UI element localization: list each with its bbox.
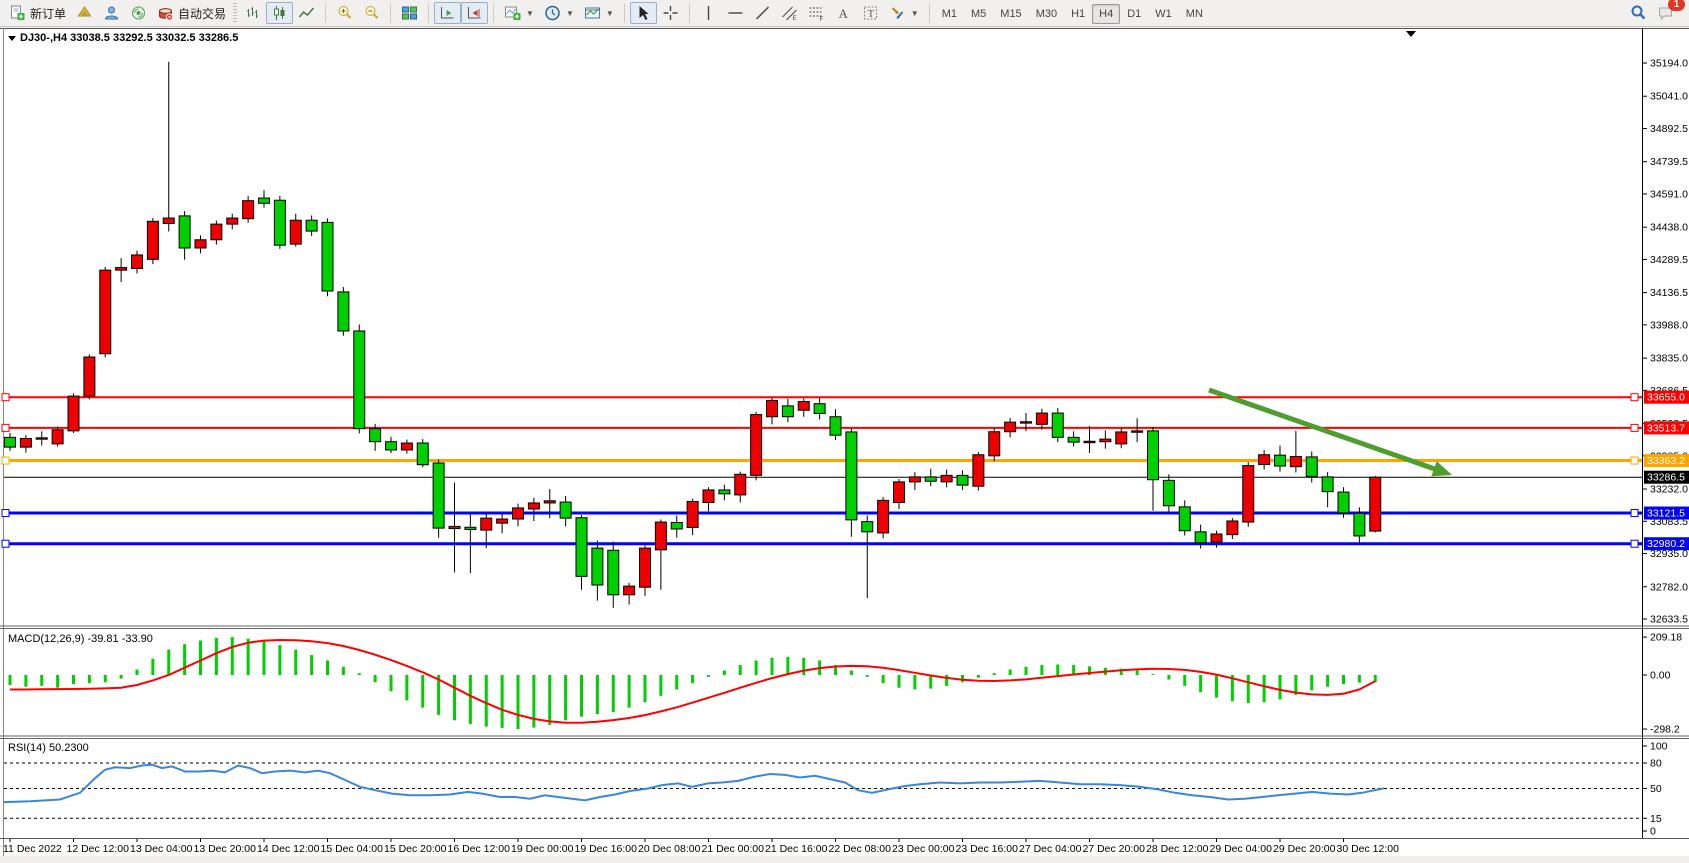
svg-text:33363.2: 33363.2 xyxy=(1647,455,1685,467)
svg-text:21 Dec 00:00: 21 Dec 00:00 xyxy=(702,843,765,855)
chart-canvas[interactable]: 35194.0 35041.0 34892.5 34739.5 34591.0 34438… xyxy=(0,0,1689,863)
svg-text:27 Dec 04:00: 27 Dec 04:00 xyxy=(1019,843,1082,855)
svg-text:21 Dec 16:00: 21 Dec 16:00 xyxy=(765,843,828,855)
svg-text:16 Dec 12:00: 16 Dec 12:00 xyxy=(448,843,511,855)
svg-text:34591.0: 34591.0 xyxy=(1650,188,1688,200)
svg-text:23 Dec 16:00: 23 Dec 16:00 xyxy=(956,843,1019,855)
svg-text:15 Dec 04:00: 15 Dec 04:00 xyxy=(321,843,384,855)
svg-text:19 Dec 00:00: 19 Dec 00:00 xyxy=(511,843,574,855)
svg-text:33835.0: 33835.0 xyxy=(1650,353,1688,365)
svg-text:0: 0 xyxy=(1650,826,1656,838)
svg-text:12 Dec 12:00: 12 Dec 12:00 xyxy=(67,843,130,855)
svg-text:20 Dec 08:00: 20 Dec 08:00 xyxy=(638,843,701,855)
svg-text:32782.0: 32782.0 xyxy=(1650,581,1688,593)
svg-text:28 Dec 12:00: 28 Dec 12:00 xyxy=(1146,843,1209,855)
svg-text:34892.5: 34892.5 xyxy=(1650,123,1688,135)
svg-text:33286.5: 33286.5 xyxy=(1647,472,1685,484)
svg-text:29 Dec 20:00: 29 Dec 20:00 xyxy=(1273,843,1336,855)
svg-text:-298.2: -298.2 xyxy=(1650,724,1680,736)
svg-text:80: 80 xyxy=(1650,758,1662,770)
svg-text:27 Dec 20:00: 27 Dec 20:00 xyxy=(1083,843,1146,855)
svg-text:34136.5: 34136.5 xyxy=(1650,287,1688,299)
svg-text:32980.2: 32980.2 xyxy=(1647,538,1685,550)
svg-text:0.00: 0.00 xyxy=(1650,670,1671,682)
svg-text:33988.0: 33988.0 xyxy=(1650,319,1688,331)
svg-text:22 Dec 08:00: 22 Dec 08:00 xyxy=(829,843,892,855)
svg-text:13 Dec 04:00: 13 Dec 04:00 xyxy=(130,843,193,855)
svg-text:13 Dec 20:00: 13 Dec 20:00 xyxy=(194,843,257,855)
svg-text:35041.0: 35041.0 xyxy=(1650,91,1688,103)
svg-text:30 Dec 12:00: 30 Dec 12:00 xyxy=(1337,843,1400,855)
svg-text:33232.0: 33232.0 xyxy=(1650,484,1688,496)
svg-text:33655.0: 33655.0 xyxy=(1647,392,1685,404)
chart-symbol-text: DJ30-,H4 33038.5 33292.5 33032.5 33286.5 xyxy=(20,32,238,44)
svg-text:15: 15 xyxy=(1650,813,1662,825)
svg-text:15 Dec 20:00: 15 Dec 20:00 xyxy=(384,843,447,855)
svg-text:19 Dec 16:00: 19 Dec 16:00 xyxy=(575,843,638,855)
svg-text:209.18: 209.18 xyxy=(1650,632,1682,644)
svg-text:11 Dec 2022: 11 Dec 2022 xyxy=(3,843,62,855)
svg-text:29 Dec 04:00: 29 Dec 04:00 xyxy=(1210,843,1273,855)
svg-text:100: 100 xyxy=(1650,741,1668,753)
collapse-chart-icon[interactable] xyxy=(8,36,16,41)
rsi-indicator-label: RSI(14) 50.2300 xyxy=(8,742,89,754)
svg-text:34289.5: 34289.5 xyxy=(1650,254,1688,266)
chart-symbol-header[interactable]: DJ30-,H4 33038.5 33292.5 33032.5 33286.5 xyxy=(8,32,238,44)
svg-text:34438.0: 34438.0 xyxy=(1650,222,1688,234)
svg-text:50: 50 xyxy=(1650,783,1662,795)
svg-text:32633.5: 32633.5 xyxy=(1650,614,1688,626)
svg-text:23 Dec 00:00: 23 Dec 00:00 xyxy=(892,843,955,855)
svg-text:35194.0: 35194.0 xyxy=(1650,58,1688,70)
svg-text:33121.5: 33121.5 xyxy=(1647,508,1685,520)
svg-text:34739.5: 34739.5 xyxy=(1650,156,1688,168)
svg-text:33513.7: 33513.7 xyxy=(1647,422,1685,434)
macd-indicator-label: MACD(12,26,9) -39.81 -33.90 xyxy=(8,633,153,645)
svg-text:14 Dec 12:00: 14 Dec 12:00 xyxy=(257,843,320,855)
